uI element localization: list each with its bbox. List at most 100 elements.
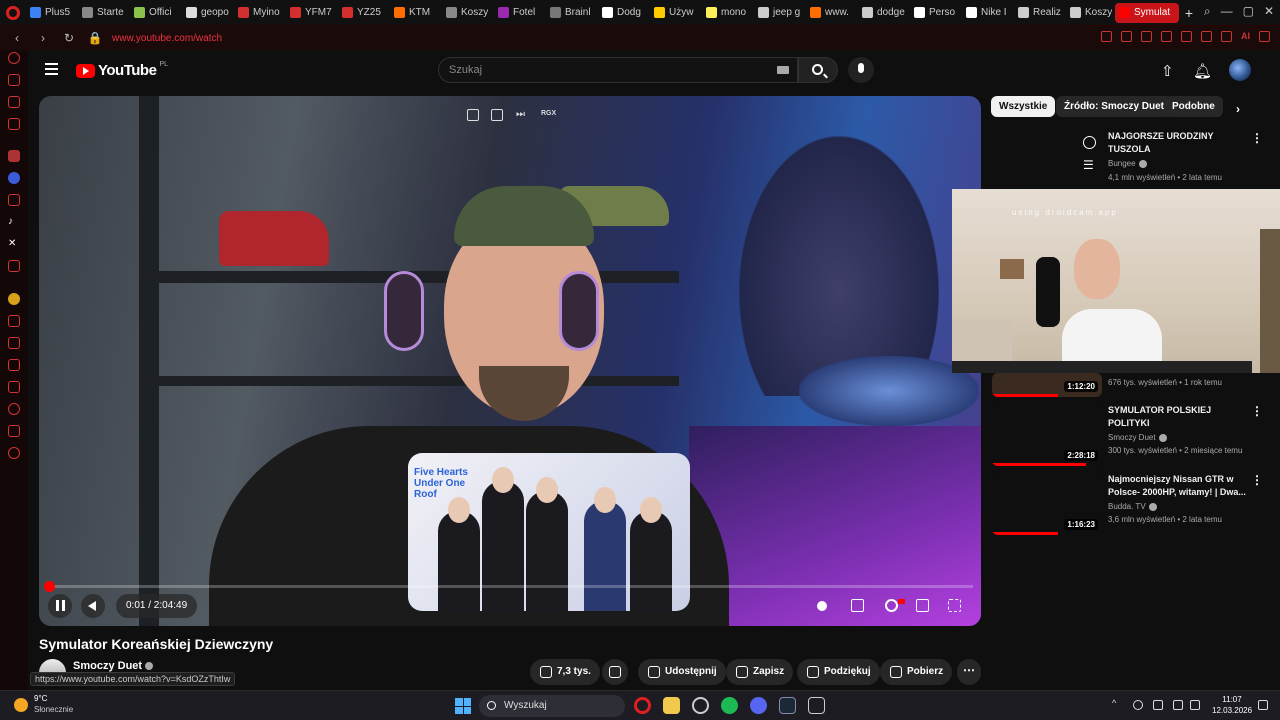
browser-tab[interactable]: Offici — [130, 3, 179, 23]
browser-tab[interactable]: YFM7 — [286, 3, 335, 23]
tray-mic-icon[interactable] — [1153, 700, 1163, 710]
search-input[interactable]: Szukaj — [438, 57, 798, 83]
chip-source[interactable]: Źródło: Smoczy Duet — [1056, 96, 1173, 117]
sidebar-settings-icon[interactable] — [8, 447, 20, 459]
heart-icon[interactable] — [1181, 31, 1192, 42]
scrubber-handle[interactable] — [43, 581, 55, 592]
sidebar-cube-icon[interactable] — [8, 425, 20, 437]
notifications-bell-icon[interactable]: 🔔︎ — [1193, 62, 1212, 80]
rec-channel[interactable]: Bungee — [1108, 159, 1147, 168]
theater-mode-icon[interactable] — [916, 599, 929, 612]
rec-more-icon[interactable]: ⋮ — [1251, 404, 1263, 418]
tray-app-icon[interactable] — [1133, 700, 1143, 710]
browser-tab[interactable]: Koszy — [442, 3, 491, 23]
weather-sun-icon[interactable] — [14, 698, 28, 712]
miniplayer-icon[interactable] — [467, 109, 479, 121]
browser-tab[interactable]: Używ — [650, 3, 699, 23]
opera-logo-icon[interactable] — [0, 0, 26, 26]
browser-tab[interactable]: Dodg — [598, 3, 647, 23]
browser-tab[interactable]: dodge — [858, 3, 907, 23]
sidebar-history-icon[interactable] — [8, 403, 20, 415]
browser-tab[interactable]: Nike I — [962, 3, 1011, 23]
browser-tab[interactable]: KTM — [390, 3, 439, 23]
browser-tab[interactable]: Starte — [78, 3, 127, 23]
spotify-icon[interactable] — [721, 697, 738, 714]
sidebar-heart-icon[interactable] — [8, 359, 20, 371]
sidebar-list-icon[interactable] — [8, 381, 20, 393]
reload-icon[interactable]: ↻ — [60, 31, 78, 45]
extensions-icon[interactable] — [1201, 31, 1212, 42]
browser-tab[interactable]: geopo — [182, 3, 231, 23]
upload-icon[interactable]: ⇧ — [1161, 62, 1174, 80]
profile-icon[interactable] — [1221, 31, 1232, 42]
rec-channel[interactable]: Budda. TV — [1108, 502, 1157, 511]
file-explorer-icon[interactable] — [663, 697, 680, 714]
pin-icon[interactable] — [1101, 31, 1112, 42]
next-icon[interactable]: ⏭ — [516, 109, 528, 121]
fullscreen-icon[interactable] — [948, 599, 961, 612]
rec-channel[interactable]: Smoczy Duet — [1108, 433, 1167, 442]
browser-tab[interactable]: Perso — [910, 3, 959, 23]
sidebar-send-icon[interactable] — [8, 315, 20, 327]
browser-tab[interactable]: Myino — [234, 3, 283, 23]
chevron-right-icon[interactable]: › — [1236, 102, 1240, 116]
chip-related[interactable]: Podobne — [1164, 96, 1223, 117]
shield-icon[interactable] — [1141, 31, 1152, 42]
download-button[interactable]: Pobierz — [880, 659, 953, 685]
volume-button[interactable] — [81, 594, 105, 618]
watch-later-icon[interactable] — [1083, 136, 1096, 149]
rec-thumbnail[interactable]: 1:12:20 — [992, 373, 1102, 397]
sidebar-speed-icon[interactable] — [8, 52, 20, 64]
back-icon[interactable]: ‹ — [8, 31, 26, 45]
discord-icon[interactable] — [750, 697, 767, 714]
search-tabs-icon[interactable]: ⌕ — [1204, 4, 1211, 19]
app-icon[interactable] — [692, 697, 709, 714]
sidebar-discord-icon[interactable] — [8, 260, 20, 272]
rec-title[interactable]: Najmocniejszy Nissan GTR w Polsce- 2000H… — [1108, 473, 1248, 499]
save-button[interactable]: Zapisz — [726, 659, 794, 685]
windows-start-icon[interactable] — [455, 698, 471, 714]
sidebar-music-icon[interactable] — [8, 293, 20, 305]
exit-icon[interactable] — [491, 109, 503, 121]
browser-tab[interactable]: Brainl — [546, 3, 595, 23]
share-button[interactable]: Udostępnij — [638, 659, 726, 685]
voice-search-button[interactable] — [848, 57, 874, 83]
menu-icon[interactable] — [1259, 31, 1270, 42]
menu-hamburger-icon[interactable] — [45, 63, 58, 75]
app-icon[interactable] — [808, 697, 825, 714]
play-icon[interactable] — [1161, 31, 1172, 42]
maximize-icon[interactable]: ▢ — [1243, 4, 1254, 19]
rec-thumbnail[interactable]: 1:16:23 — [992, 471, 1102, 535]
settings-gear-icon[interactable] — [885, 599, 898, 612]
rec-title[interactable]: SYMULATOR POLSKIEJ POLITYKI — [1108, 404, 1248, 430]
browser-tab[interactable]: mono — [702, 3, 751, 23]
tab-active[interactable]: Symulat — [1115, 2, 1179, 23]
sidebar-tiktok-icon[interactable]: ♪ — [8, 216, 20, 228]
sidebar-news-icon[interactable] — [8, 96, 20, 108]
browser-tab[interactable]: jeep g — [754, 3, 803, 23]
more-actions-button[interactable]: ⋯ — [957, 659, 981, 685]
close-icon[interactable]: ✕ — [1264, 4, 1274, 19]
sidebar-twitch-icon[interactable] — [8, 150, 20, 162]
tray-volume-icon[interactable] — [1190, 700, 1200, 710]
account-avatar[interactable] — [1229, 59, 1251, 81]
minimize-icon[interactable]: — — [1221, 4, 1233, 19]
camera-icon[interactable] — [1121, 31, 1132, 42]
forward-icon[interactable]: › — [34, 31, 52, 45]
browser-tab[interactable]: www. — [806, 3, 855, 23]
subtitles-icon[interactable] — [851, 599, 864, 612]
browser-tab[interactable]: Realiz — [1014, 3, 1063, 23]
dislike-button[interactable] — [602, 659, 628, 685]
rec-title[interactable]: NAJGORSZE URODZINY TUSZOLA — [1108, 130, 1248, 156]
ai-button[interactable]: AI — [1241, 31, 1250, 42]
rec-thumbnail[interactable]: 2:28:18 — [992, 402, 1102, 466]
steam-icon[interactable] — [779, 697, 796, 714]
browser-tab[interactable]: Fotel — [494, 3, 543, 23]
like-button[interactable]: 7,3 tys. — [530, 659, 600, 685]
sidebar-messenger-icon[interactable] — [8, 172, 20, 184]
autoplay-toggle[interactable] — [817, 601, 827, 611]
rec-more-icon[interactable]: ⋮ — [1251, 473, 1263, 487]
browser-tab[interactable]: Plus5 — [26, 3, 75, 23]
tray-chevron-icon[interactable]: ^ — [1112, 698, 1122, 708]
sidebar-mail-icon[interactable] — [8, 118, 20, 130]
